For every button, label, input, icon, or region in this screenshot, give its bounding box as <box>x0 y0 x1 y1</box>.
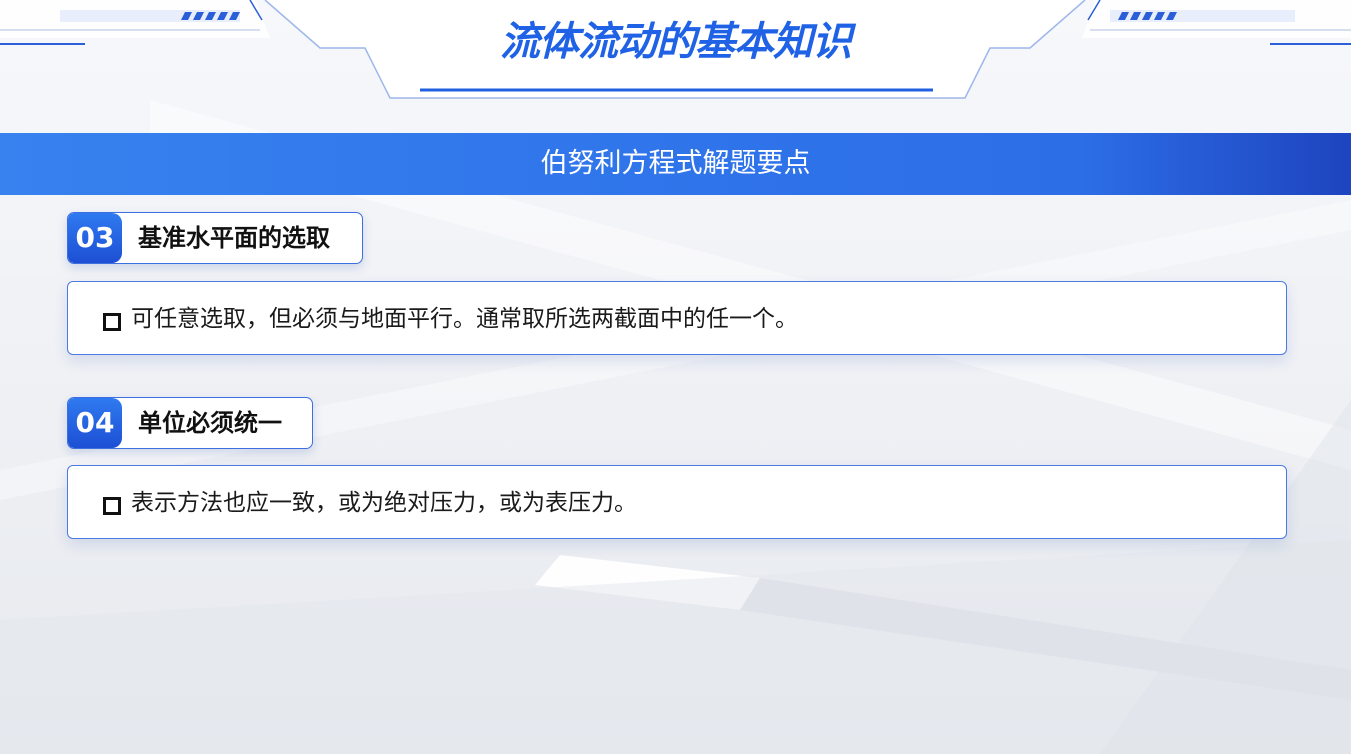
section-number-badge: 03 <box>68 213 122 263</box>
section-heading-03: 03 基准水平面的选取 <box>67 212 363 264</box>
section-content-text: 表示方法也应一致，或为绝对压力，或为表压力。 <box>131 490 637 516</box>
section-heading-04: 04 单位必须统一 <box>67 397 313 449</box>
section-number-badge: 04 <box>68 398 122 448</box>
page-title: 流体流动的基本知识 <box>500 19 852 65</box>
section-content-text: 可任意选取，但必须与地面平行。通常取所选两截面中的任一个。 <box>131 306 798 332</box>
section-content-04: 表示方法也应一致，或为绝对压力，或为表压力。 <box>67 465 1287 539</box>
square-bullet-icon <box>103 497 121 515</box>
section-heading-label: 单位必须统一 <box>138 409 282 437</box>
section-content-03: 可任意选取，但必须与地面平行。通常取所选两截面中的任一个。 <box>67 281 1287 355</box>
section-banner: 伯努利方程式解题要点 <box>0 133 1351 195</box>
square-bullet-icon <box>103 313 121 331</box>
section-heading-label: 基准水平面的选取 <box>138 224 330 252</box>
background-art <box>0 100 1351 754</box>
